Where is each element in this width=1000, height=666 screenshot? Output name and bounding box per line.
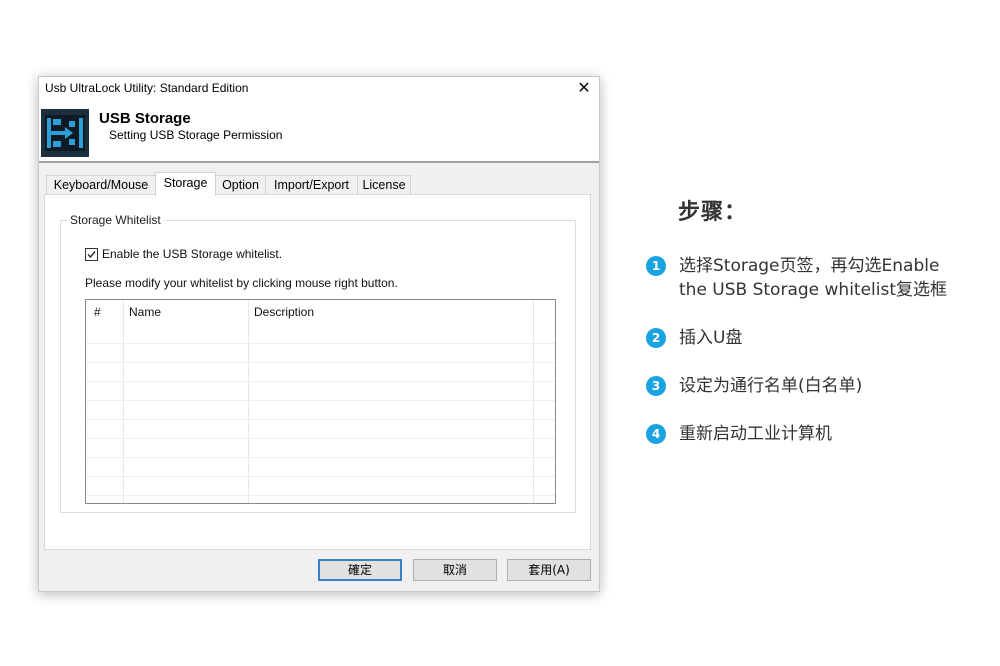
table-row-line [86,381,555,382]
header-title: USB Storage [99,110,191,127]
step-number-badge: 4 [646,424,666,444]
apply-button[interactable]: 套用(A) [507,559,591,581]
column-header-name[interactable]: Name [129,305,161,319]
table-row-line [86,400,555,401]
table-row-line [86,495,555,496]
step-3-text: 设定为通行名单(白名单) [679,376,863,396]
table-row-line [86,457,555,458]
table-row-line [86,343,555,344]
table-row-line [86,476,555,477]
column-name: Name [124,300,249,503]
table-row-line [86,438,555,439]
checkbox-label: Enable the USB Storage whitelist. [102,247,283,261]
column-description: Description [249,300,534,503]
tab-keyboard-mouse[interactable]: Keyboard/Mouse [46,175,156,195]
step-number-badge: 3 [646,376,666,396]
step-2-text: 插入U盘 [679,328,743,348]
checkbox-box[interactable] [85,248,98,261]
tab-license[interactable]: License [357,175,411,195]
tab-storage[interactable]: Storage [155,172,216,196]
group-label: Storage Whitelist [67,213,164,227]
whitelist-table[interactable]: # Name Description [85,299,556,504]
table-row-line [86,419,555,420]
header-banner: USB Storage Setting USB Storage Permissi… [39,101,599,163]
storage-tab-panel: Storage Whitelist Enable the USB Storage… [44,194,591,550]
step-number-badge: 2 [646,328,666,348]
whitelist-hint: Please modify your whitelist by clicking… [85,276,398,290]
title-bar[interactable]: Usb UltraLock Utility: Standard Edition … [39,77,599,101]
column-header-number[interactable]: # [94,305,101,319]
step-number-badge: 1 [646,256,666,276]
step-1-line1: 选择Storage页签，再勾选Enable [679,256,940,276]
storage-whitelist-group: Storage Whitelist Enable the USB Storage… [60,213,576,513]
ok-button[interactable]: 確定 [318,559,402,581]
header-subtitle: Setting USB Storage Permission [109,128,283,142]
dialog-window: Usb UltraLock Utility: Standard Edition … [38,76,600,592]
column-header-description[interactable]: Description [254,305,314,319]
tab-option[interactable]: Option [215,175,266,195]
column-number: # [86,300,124,503]
checkmark-icon [87,251,96,259]
table-row-line [86,362,555,363]
step-1-line2: the USB Storage whitelist复选框 [679,280,948,300]
step-4-text: 重新启动工业计算机 [679,424,832,444]
usb-storage-icon [41,109,89,157]
tab-import-export[interactable]: Import/Export [265,175,358,195]
close-button[interactable]: ✕ [569,77,599,101]
cancel-button[interactable]: 取消 [413,559,497,581]
steps-title: 步骤： [678,200,748,225]
window-title: Usb UltraLock Utility: Standard Edition [45,81,249,95]
